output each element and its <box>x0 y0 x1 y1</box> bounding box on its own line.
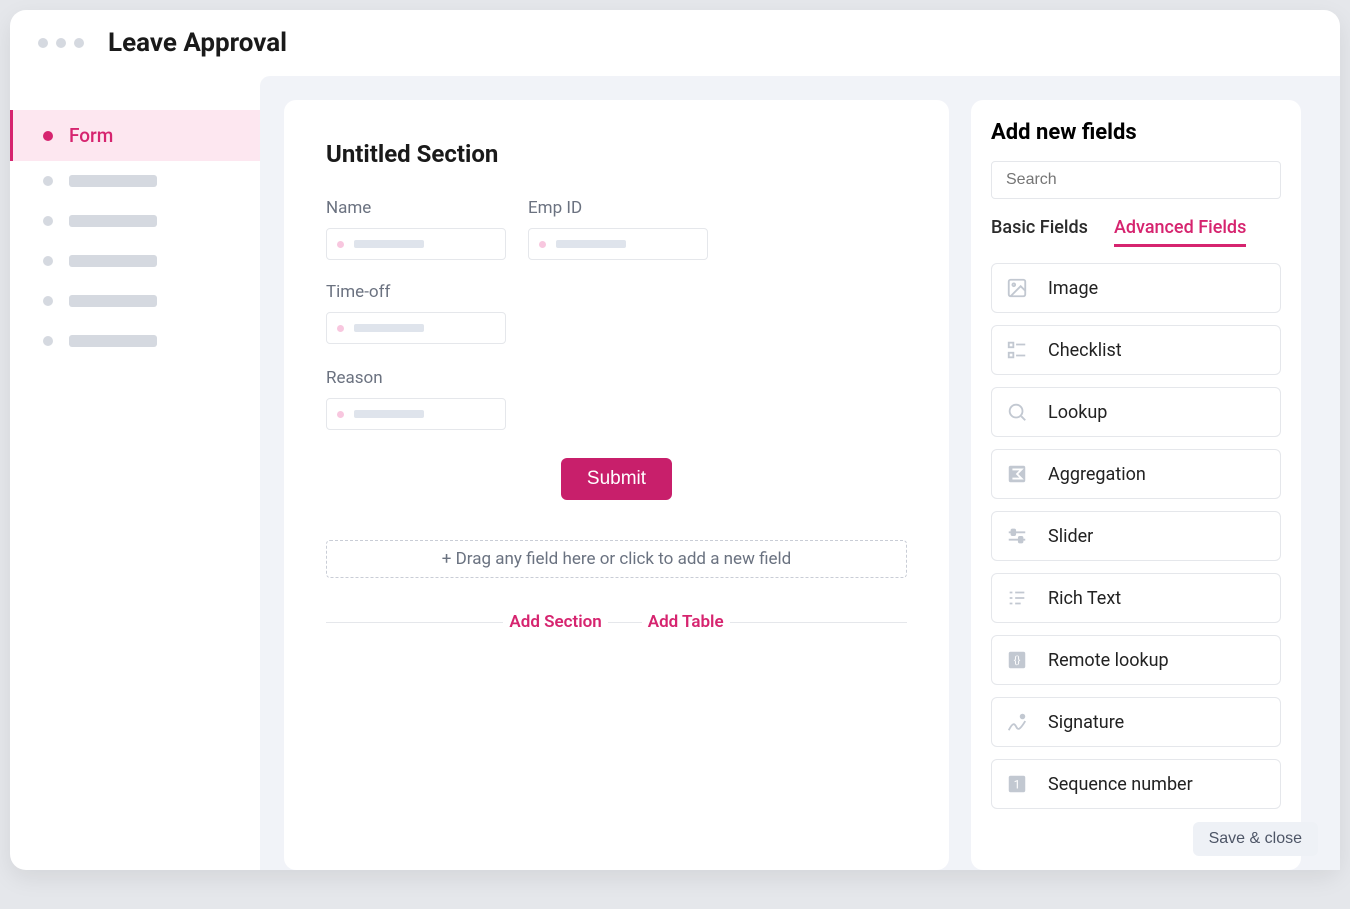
field-option-label: Slider <box>1048 526 1093 547</box>
tab-advanced-fields[interactable]: Advanced Fields <box>1114 217 1246 247</box>
title-bar: Leave Approval <box>10 10 1340 68</box>
field-label: Emp ID <box>528 198 708 218</box>
bullet-icon <box>43 256 53 266</box>
placeholder-bar <box>69 215 157 227</box>
field-emp-id[interactable]: Emp ID <box>528 198 708 260</box>
field-input-placeholder <box>326 228 506 260</box>
add-table-link[interactable]: Add Table <box>642 612 730 632</box>
sidebar-item-form[interactable]: Form <box>10 110 260 161</box>
sidebar-item-label: Form <box>69 124 113 147</box>
bullet-icon <box>43 336 53 346</box>
bullet-icon <box>43 131 53 141</box>
svg-text:{}: {} <box>1014 655 1021 667</box>
window-dot <box>38 38 48 48</box>
tab-basic-fields[interactable]: Basic Fields <box>991 217 1088 247</box>
window-dot <box>56 38 66 48</box>
field-label: Reason <box>326 368 506 388</box>
sidebar-item-placeholder[interactable] <box>10 201 260 241</box>
search-input[interactable] <box>991 161 1281 199</box>
field-option-sequence-number[interactable]: 1 Sequence number <box>991 759 1281 809</box>
panel-title: Add new fields <box>991 120 1281 145</box>
rich-text-icon <box>1004 585 1030 611</box>
page-title: Leave Approval <box>108 28 287 58</box>
field-option-lookup[interactable]: Lookup <box>991 387 1281 437</box>
field-option-label: Checklist <box>1048 340 1122 361</box>
workspace: Untitled Section Name Emp ID Time-off <box>260 76 1340 870</box>
checklist-icon <box>1004 337 1030 363</box>
field-option-aggregation[interactable]: Aggregation <box>991 449 1281 499</box>
sidebar-item-placeholder[interactable] <box>10 241 260 281</box>
field-option-slider[interactable]: Slider <box>991 511 1281 561</box>
bullet-icon <box>43 176 53 186</box>
field-option-remote-lookup[interactable]: {} Remote lookup <box>991 635 1281 685</box>
placeholder-bar <box>69 335 157 347</box>
field-time-off[interactable]: Time-off <box>326 282 506 344</box>
field-option-label: Remote lookup <box>1048 650 1169 671</box>
bullet-icon <box>43 216 53 226</box>
add-section-link[interactable]: Add Section <box>503 612 607 632</box>
field-option-label: Lookup <box>1048 402 1107 423</box>
slider-icon <box>1004 523 1030 549</box>
bullet-icon <box>43 296 53 306</box>
sidebar-item-placeholder[interactable] <box>10 281 260 321</box>
traffic-lights <box>38 38 84 48</box>
field-label: Time-off <box>326 282 506 302</box>
form-canvas: Untitled Section Name Emp ID Time-off <box>284 100 949 870</box>
sidebar-item-placeholder[interactable] <box>10 161 260 201</box>
save-close-button[interactable]: Save & close <box>1193 822 1318 856</box>
lookup-icon <box>1004 399 1030 425</box>
field-dropzone[interactable]: + Drag any field here or click to add a … <box>326 540 907 578</box>
field-option-label: Image <box>1048 278 1098 299</box>
window-dot <box>74 38 84 48</box>
field-label: Name <box>326 198 506 218</box>
app-window: Leave Approval Form <box>10 10 1340 870</box>
field-option-label: Signature <box>1048 712 1124 733</box>
sidebar: Form <box>10 68 260 870</box>
field-name[interactable]: Name <box>326 198 506 260</box>
aggregation-icon <box>1004 461 1030 487</box>
signature-icon <box>1004 709 1030 735</box>
placeholder-bar <box>69 175 157 187</box>
remote-lookup-icon: {} <box>1004 647 1030 673</box>
placeholder-bar <box>69 295 157 307</box>
sequence-icon: 1 <box>1004 771 1030 797</box>
placeholder-bar <box>69 255 157 267</box>
field-reason[interactable]: Reason <box>326 368 506 430</box>
fields-panel: Add new fields Basic Fields Advanced Fie… <box>971 100 1301 870</box>
field-input-placeholder <box>528 228 708 260</box>
field-option-rich-text[interactable]: Rich Text <box>991 573 1281 623</box>
field-option-signature[interactable]: Signature <box>991 697 1281 747</box>
svg-text:1: 1 <box>1014 778 1021 792</box>
field-option-checklist[interactable]: Checklist <box>991 325 1281 375</box>
field-option-image[interactable]: Image <box>991 263 1281 313</box>
sidebar-item-placeholder[interactable] <box>10 321 260 361</box>
section-title: Untitled Section <box>326 140 907 168</box>
field-option-label: Rich Text <box>1048 588 1121 609</box>
field-option-label: Aggregation <box>1048 464 1146 485</box>
field-option-label: Sequence number <box>1048 774 1193 795</box>
field-input-placeholder <box>326 398 506 430</box>
submit-button[interactable]: Submit <box>561 458 672 500</box>
image-icon <box>1004 275 1030 301</box>
field-input-placeholder <box>326 312 506 344</box>
